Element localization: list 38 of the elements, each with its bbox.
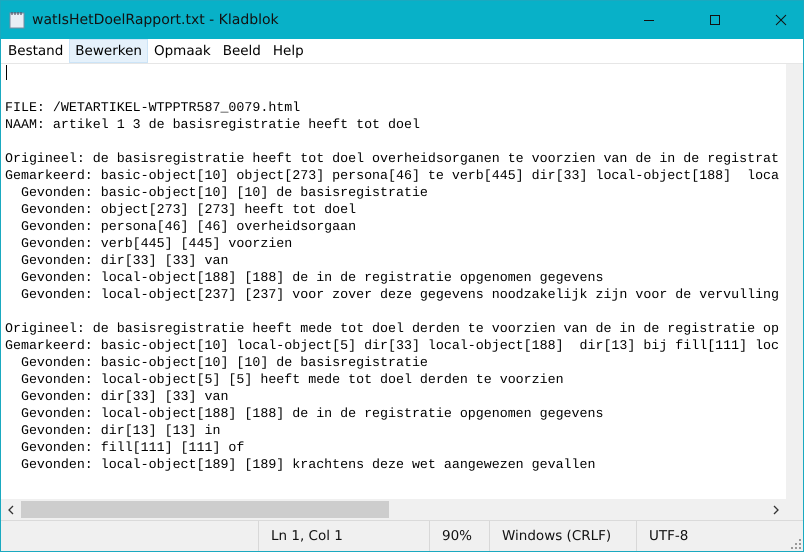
text-line: Origineel: de basisregistratie heeft tot doel overheidsorganen te voorzien van de in de registrat [5,151,780,166]
vertical-scrollbar[interactable] [786,64,803,499]
menu-item[interactable]: Bestand [2,39,70,63]
text-line: Gevonden: dir[33] [33] van [20,389,228,404]
resize-grip-icon[interactable] [791,539,801,549]
maximize-icon[interactable] [709,14,721,26]
text-line: Gemarkeerd: basic-object[10] object[273] persona[46] te verb[445] dir[33] local-object[188] loca [5,168,780,183]
text-line: Gevonden: object[273] [273] heeft tot doel [20,202,356,217]
status-text: Ln 1, Col 1 [258,521,429,551]
text-line: Gevonden: basic-object[10] [10] de basisregistratie [20,185,428,200]
text-line: Gevonden: local-object[188] [188] de in de registratie opgenomen gegevens [20,406,604,421]
text-line: Gevonden: fill[111] [111] of [20,440,244,455]
text-line: Gemarkeerd: basic-object[10] local-object[5] dir[33] local-object[188] dir[13] bij fill[111] loc [5,338,780,353]
text-line: Gevonden: local-object[237] [237] voor zover deze gegevens noodzakelijk zijn voor de vervulling [20,287,780,302]
status-text: 90% [429,521,489,551]
menu-item[interactable]: Beeld [216,39,267,63]
text-line: Gevonden: local-object[5] [5] heeft mede tot doel derden te voorzien [20,372,564,387]
text-line: Gevonden: dir[13] [13] in [20,423,220,438]
text-line: FILE: /WETARTIKEL-WTPPTR587_0079.html [5,100,300,115]
text-cursor [6,65,7,80]
text-line: Gevonden: local-object[189] [189] krachtens deze wet aangewezen gevallen [20,457,596,472]
menu-item[interactable]: Opmaak [148,39,217,63]
text-line: Origineel: de basisregistratie heeft mede tot doel derden te voorzien van de in de registratie op [5,321,780,336]
close-icon[interactable] [775,14,787,26]
text-line: Gevonden: persona[46] [46] overheidsorgaan [20,219,356,234]
horizontal-scrollbar[interactable] [1,499,786,520]
menu-item[interactable]: Bewerken [69,39,148,63]
text-line: Gevonden: verb[445] [445] voorzien [20,236,292,251]
status-text: Windows (CRLF) [489,521,636,551]
text-line: Gevonden: basic-object[10] [10] de basisregistratie [20,355,428,370]
text-line: Gevonden: dir[33] [33] van [20,253,228,268]
text-line: Gevonden: local-object[188] [188] de in de registratie opgenomen gegevens [20,270,604,285]
text-line: NAAM: artikel 1 3 de basisregistratie heeft tot doel [5,117,420,132]
menu-item[interactable]: Help [266,39,310,63]
notepad-icon [9,11,25,29]
window-title: watIsHetDoelRapport.txt - Kladblok [32,12,279,28]
scroll-left-icon[interactable] [7,504,15,514]
scroll-right-icon[interactable] [772,504,780,514]
